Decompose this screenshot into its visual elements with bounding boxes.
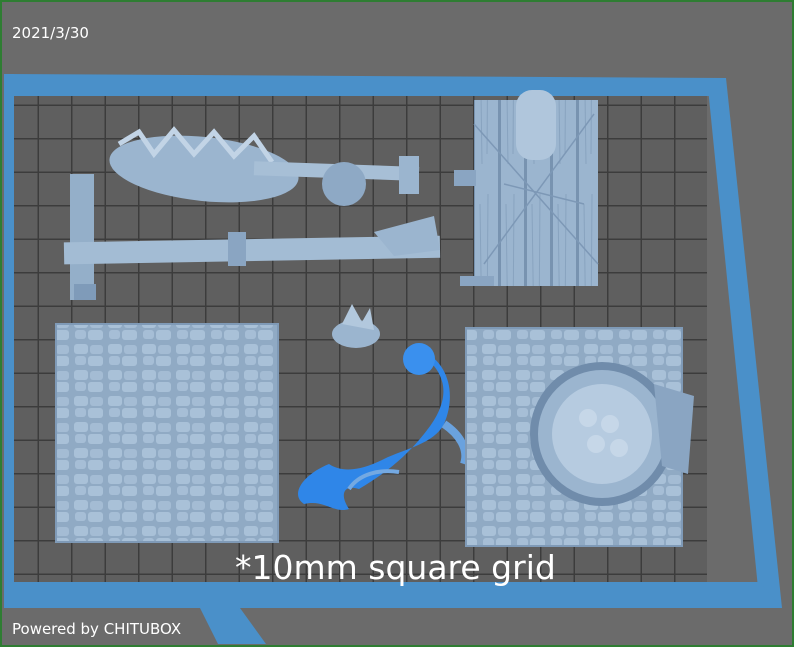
model-stone-floor-tile[interactable] [55,323,279,543]
model-wooden-table[interactable] [454,90,599,286]
plate-border-left [4,74,14,608]
grid-scale-caption: *10mm square grid [235,548,556,587]
date-label: 2021/3/30 [12,24,89,42]
model-barrel-on-stone-tile[interactable] [465,327,694,547]
chitubox-viewport-frame: 2021/3/30 *10mm square grid Powered by C… [0,0,794,647]
powered-by-label: Powered by CHITUBOX [12,620,182,638]
